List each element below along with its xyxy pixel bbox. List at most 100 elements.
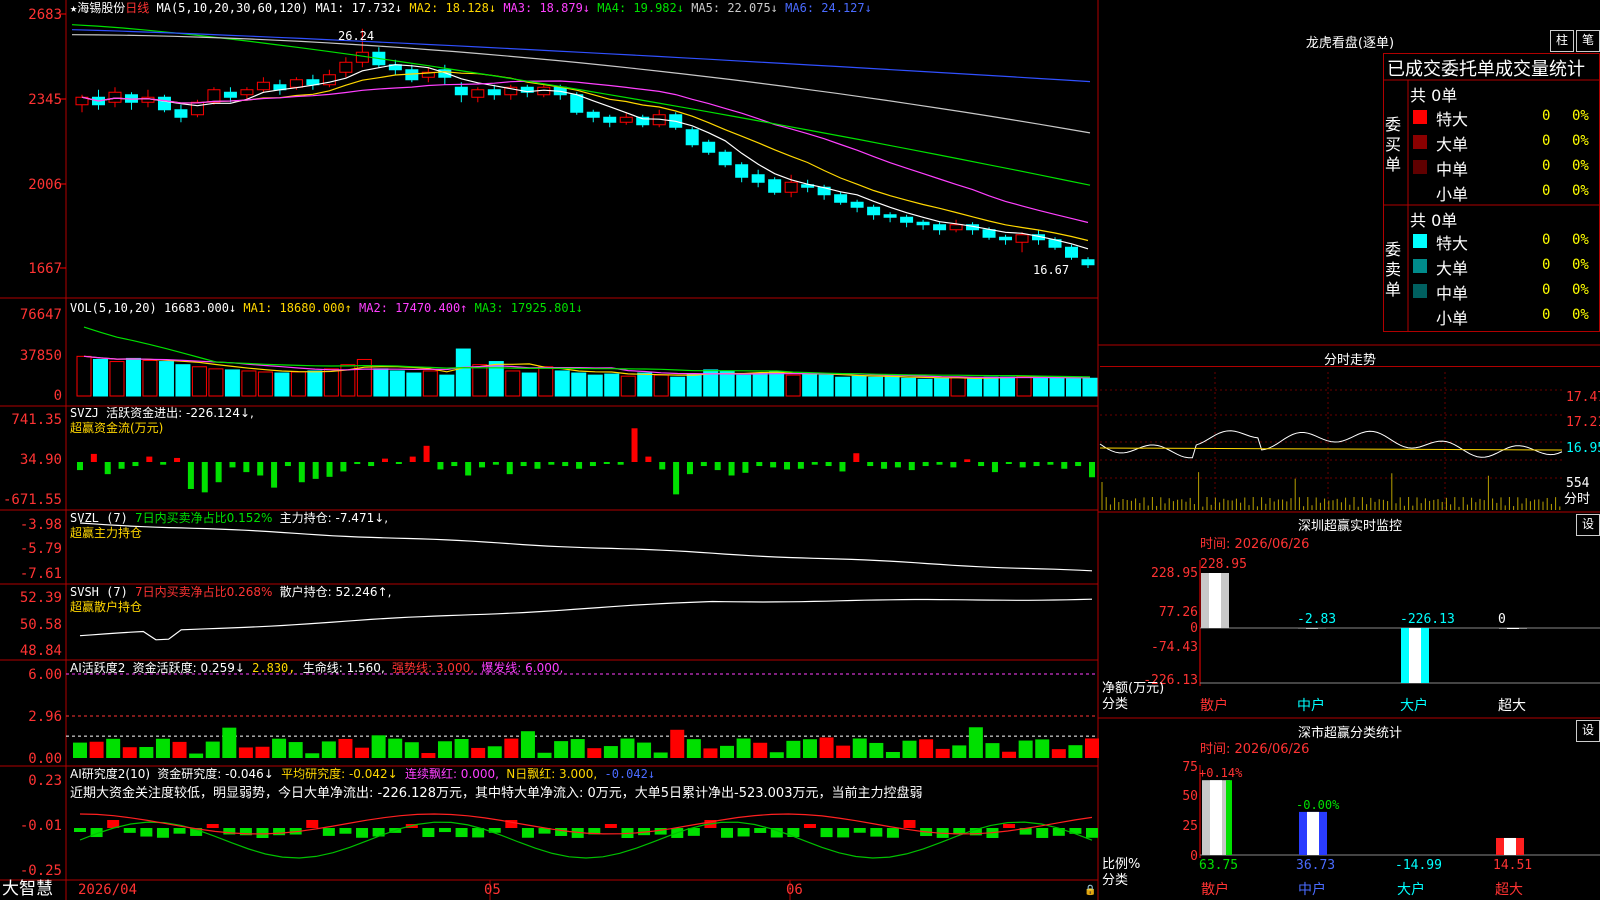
x-axis-date: 05: [484, 882, 501, 898]
classify-settings-button[interactable]: 设: [1576, 720, 1600, 742]
flow-bar: [465, 462, 472, 476]
sell-row-label: 小单: [1436, 309, 1469, 328]
fenshi-title: 分时走势: [1323, 353, 1376, 368]
vol-axis-label: 0: [53, 388, 62, 404]
flow-bar: [1019, 462, 1026, 468]
flow-bar: [298, 462, 305, 483]
flow-bar: [673, 462, 680, 495]
buy-orders-vlabel: 委买单: [1384, 115, 1401, 174]
flow-bar: [881, 462, 888, 469]
flow-bar: [964, 459, 971, 462]
candle: [108, 91, 122, 103]
candlestick-chart: [71, 24, 1095, 268]
research-bar: [273, 828, 286, 836]
candle: [999, 236, 1013, 241]
flow-bar: [187, 462, 194, 489]
research-bar: [438, 828, 451, 833]
ai2-label: AI研究度2(10): [70, 767, 151, 781]
main-axis-label: 2006: [28, 177, 62, 193]
volume-bar: [967, 377, 983, 397]
classify-change-label: -0.00%: [1296, 797, 1340, 812]
volume-bar: [752, 372, 768, 397]
research-bar: [1003, 824, 1016, 828]
flow-bar: [340, 462, 347, 472]
volume-bar: [389, 370, 405, 397]
classify-bar-highlight: [1307, 811, 1319, 855]
research-bar: [339, 828, 352, 834]
research-bar: [356, 828, 369, 838]
ma-label: MA(5,10,20,30,60,120): [156, 1, 309, 15]
research-bar: [886, 828, 899, 838]
ai1-axis-label: 6.00: [28, 667, 62, 683]
monitor-settings-button[interactable]: 设: [1576, 514, 1600, 536]
volume-bar: [1016, 375, 1032, 397]
monitor-bar-highlight: [1409, 628, 1421, 683]
activity-bar: [1002, 751, 1017, 758]
activity-bar: [1085, 738, 1099, 758]
flow-bar: [257, 462, 264, 476]
monitor-bar-highlight: [1306, 628, 1318, 629]
monitor-xlabel: 分类: [1102, 697, 1129, 712]
volume-bar: [505, 370, 521, 397]
classify-axis-label: 25: [1182, 819, 1198, 834]
chart-canvas[interactable]: [0, 0, 1600, 900]
flow-bar: [1075, 462, 1082, 467]
candle: [223, 91, 237, 98]
volume-bar: [1082, 377, 1098, 397]
volume-bar: [769, 371, 785, 397]
candle: [867, 206, 881, 216]
flow-bar: [728, 462, 735, 476]
ai2-header: AI研究度2(10) 资金研究度: -0.046↓ 平均研究度: -0.042↓…: [70, 766, 655, 782]
sell-swatch: [1413, 309, 1427, 323]
research-bar: [173, 828, 186, 834]
period-label[interactable]: 日线: [125, 1, 149, 15]
flow-bar: [534, 462, 541, 469]
flow-bar: [271, 462, 278, 488]
svzl-hold: 主力持仓: -7.471↓,: [279, 511, 389, 525]
activity-bar: [355, 747, 370, 758]
monitor-category-label: 超大: [1498, 698, 1526, 714]
activity-bar: [238, 747, 253, 758]
candle: [157, 96, 171, 111]
tick-view-button[interactable]: 笔: [1576, 30, 1600, 52]
candle: [900, 216, 914, 223]
research-bar: [870, 828, 883, 837]
ai1-axis-label: 0.00: [28, 751, 62, 767]
candle: [487, 89, 501, 96]
svzj-axis-label: 741.35: [11, 412, 62, 428]
research-bar: [1086, 828, 1098, 838]
volume-bar: [901, 377, 917, 397]
activity-bar: [852, 738, 867, 758]
classify-axis-label: 0: [1190, 849, 1198, 864]
activity-bar: [504, 738, 519, 758]
activity-bar: [404, 742, 419, 758]
svzj-axis-label: -671.55: [2, 492, 62, 508]
flow-bar: [160, 462, 167, 465]
activity-bar: [189, 753, 204, 758]
fenshi-axis-label: 554: [1566, 476, 1590, 491]
lock-icon[interactable]: 🔒: [1084, 883, 1096, 899]
candle: [751, 174, 765, 183]
activity-bar: [620, 738, 635, 758]
sell-swatch: [1413, 259, 1427, 273]
candle: [685, 129, 699, 146]
activity-bar: [902, 740, 917, 758]
research-bar: [721, 828, 734, 838]
flow-bar: [617, 462, 624, 465]
flow-bar: [867, 462, 874, 467]
flow-bar: [742, 462, 749, 473]
bar-view-button[interactable]: 柱: [1550, 30, 1574, 52]
volume-bar: [851, 375, 867, 397]
research-bar: [74, 828, 86, 832]
buy-swatch: [1413, 160, 1427, 174]
flow-bar: [659, 462, 666, 470]
activity-bar: [89, 741, 104, 758]
research-bar: [206, 824, 219, 828]
buy-row-label: 大单: [1436, 135, 1469, 154]
activity-bar: [885, 751, 900, 758]
flow-bar: [562, 462, 569, 467]
volume-bar: [274, 372, 290, 397]
classify-value-label: -14.99: [1395, 858, 1442, 873]
volume-bar: [818, 374, 834, 397]
flow-bar: [936, 462, 943, 465]
